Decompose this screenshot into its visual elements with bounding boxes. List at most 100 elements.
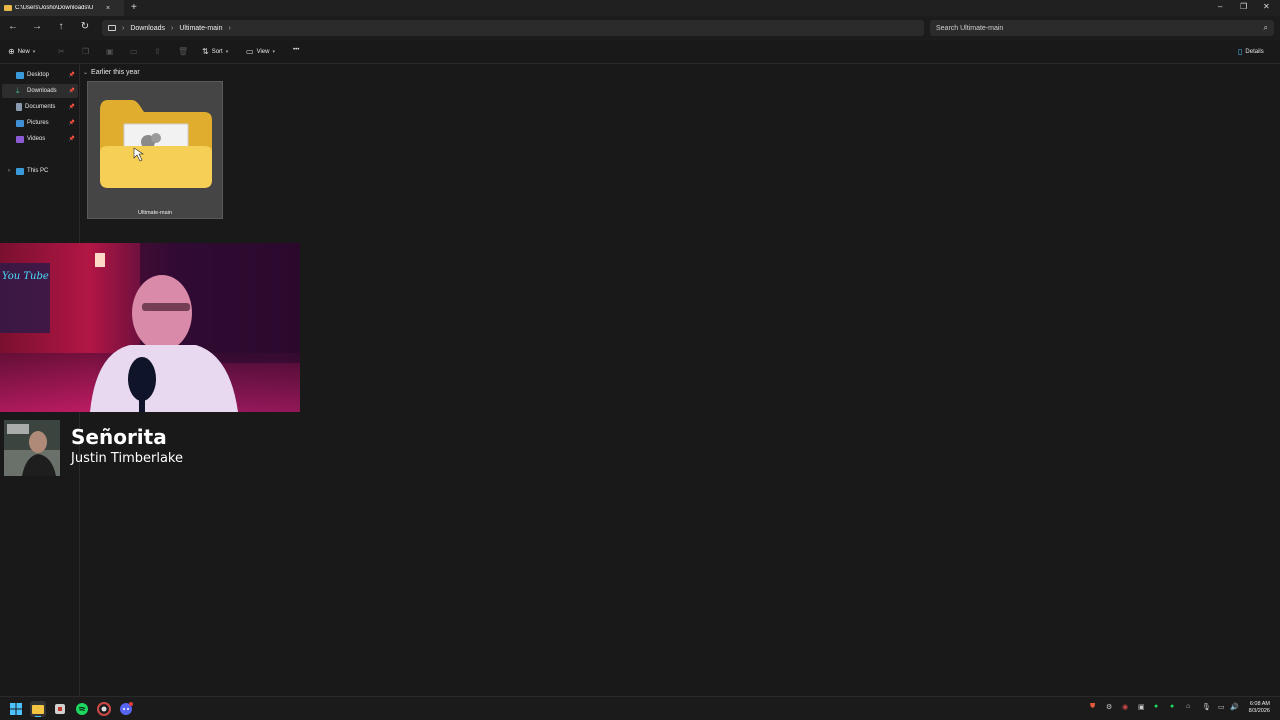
pin-icon: 📌 (68, 88, 75, 94)
command-bar: ⊕ New ▾ ✂ ❐ ▣ ▭ ⇪ 🗑 ⇅ Sort ▾ ▭ View ▾ ••… (0, 40, 1280, 64)
chevron-down-icon: ▾ (225, 48, 229, 55)
sidebar-item-label: Documents (25, 104, 56, 110)
tray-network-icon[interactable]: ▭ (1218, 703, 1225, 711)
title-bar: C:\Users\Josho\Downloads\U × + – ❐ ✕ (0, 0, 1280, 16)
browser-icon (97, 702, 111, 716)
sidebar-item-pictures[interactable]: Pictures 📌 (2, 116, 78, 130)
webcam-overlay: You Tube (0, 243, 300, 412)
discord-icon (120, 702, 133, 715)
tray-spotify-icon[interactable]: ● (1154, 703, 1158, 710)
sidebar-item-documents[interactable]: Documents 📌 (2, 100, 78, 114)
pin-icon: 📌 (68, 72, 75, 78)
up-button[interactable]: ↑ (54, 21, 68, 32)
paste-button[interactable]: ▣ (106, 47, 114, 56)
folder-icon (100, 100, 212, 188)
details-button[interactable]: ▯ Details (1238, 47, 1264, 56)
address-bar[interactable]: › Downloads › Ultimate-main › (102, 20, 924, 36)
group-header-label: Earlier this year (91, 69, 140, 76)
trash-icon: 🗑 (178, 47, 189, 56)
more-options-button[interactable]: ••• (293, 47, 299, 53)
maximize-button[interactable]: ❐ (1240, 2, 1247, 11)
new-tab-button[interactable]: + (131, 2, 137, 13)
chevron-right-icon[interactable]: › (8, 168, 10, 174)
tray-shield-icon[interactable]: ⛊ (1090, 703, 1095, 711)
breadcrumb-ultimate-main[interactable]: Ultimate-main (179, 25, 222, 32)
search-input[interactable]: Search Ultimate-main ⌕ (930, 20, 1274, 36)
sidebar-item-videos[interactable]: Videos 📌 (2, 132, 78, 146)
sidebar-item-downloads[interactable]: ⤓ Downloads 📌 (2, 84, 78, 98)
breadcrumb-separator[interactable]: › (229, 25, 231, 32)
view-button[interactable]: ▭ View ▾ (246, 47, 275, 56)
plus-circle-icon: ⊕ (8, 47, 15, 56)
video-icon (16, 135, 24, 143)
tab-active[interactable]: C:\Users\Josho\Downloads\U × (0, 0, 124, 16)
more-icon: ••• (293, 47, 300, 53)
now-playing-artist: Justin Timberlake (71, 451, 183, 466)
view-icon: ▭ (246, 47, 254, 56)
sidebar-item-this-pc[interactable]: › This PC (2, 164, 78, 178)
group-header[interactable]: ⌄ Earlier this year (83, 69, 140, 76)
sidebar-item-label: Desktop (27, 72, 50, 78)
breadcrumb-downloads[interactable]: Downloads (130, 25, 165, 32)
share-button[interactable]: ⇪ (154, 47, 161, 56)
details-pane-icon: ▯ (1238, 47, 1243, 56)
tab-close-icon[interactable]: × (106, 5, 110, 12)
spotify-icon (76, 703, 88, 715)
new-button[interactable]: ⊕ New ▾ (8, 47, 35, 56)
tray-volume-icon[interactable]: 🔊 (1230, 703, 1239, 711)
tray-usb-icon[interactable]: ⌂ (1186, 703, 1190, 710)
computer-icon (16, 167, 24, 175)
pin-icon: 📌 (68, 120, 75, 126)
sidebar-item-label: This PC (27, 168, 49, 174)
taskbar-discord[interactable] (118, 701, 134, 717)
system-clock[interactable]: 6:08 AM 8/3/2026 (1249, 701, 1270, 715)
share-icon: ⇪ (154, 47, 161, 56)
breadcrumb-separator: › (170, 24, 174, 32)
rename-button[interactable]: ▭ (130, 47, 138, 56)
webcam-image: You Tube (0, 243, 300, 412)
cut-button[interactable]: ✂ (58, 47, 65, 56)
picture-icon (16, 119, 24, 127)
download-icon: ⤓ (16, 86, 20, 95)
tray-microphone-icon[interactable]: 🎙 (1202, 703, 1211, 711)
rename-icon: ▭ (130, 47, 138, 56)
copy-button[interactable]: ❐ (82, 47, 89, 56)
folder-name: Ultimate-main (138, 210, 172, 216)
windows-icon (10, 703, 22, 715)
taskbar-chrome[interactable] (96, 701, 112, 717)
pin-icon: 📌 (68, 136, 75, 142)
chevron-down-icon: ▾ (272, 48, 275, 55)
forward-button[interactable]: → (30, 21, 44, 32)
paste-icon: ▣ (106, 47, 114, 56)
minimize-button[interactable]: – (1218, 2, 1222, 11)
taskbar: ⛊ ⚙ ◉ ▣ ● ● ⌂ 🎙 ▭ 🔊 6:08 AM 8/3/2026 (0, 696, 1280, 720)
sort-button[interactable]: ⇅ Sort ▾ (202, 47, 228, 56)
sidebar-item-desktop[interactable]: Desktop 📌 (2, 68, 78, 82)
refresh-button[interactable]: ↻ (78, 21, 92, 32)
delete-button[interactable]: 🗑 (178, 47, 188, 56)
taskbar-file-explorer[interactable] (30, 701, 46, 717)
store-icon (55, 704, 65, 714)
details-label: Details (1245, 48, 1264, 55)
tray-status-icon[interactable]: ● (1170, 703, 1174, 710)
folder-icon (4, 5, 12, 11)
taskbar-spotify[interactable] (74, 701, 90, 717)
taskbar-app-store[interactable] (52, 701, 68, 717)
start-button[interactable] (8, 701, 24, 717)
sidebar-item-label: Downloads (27, 88, 57, 94)
album-art-image (4, 420, 60, 476)
sidebar-item-label: Videos (27, 136, 46, 142)
cut-icon: ✂ (58, 47, 65, 56)
tray-settings-icon[interactable]: ⚙ (1106, 703, 1112, 711)
sort-label: Sort (211, 48, 223, 55)
chevron-down-icon: ▾ (32, 48, 36, 55)
folder-item[interactable]: Ultimate-main (87, 81, 223, 219)
close-window-button[interactable]: ✕ (1263, 2, 1270, 11)
back-button[interactable]: ← (6, 21, 20, 32)
tab-title: C:\Users\Josho\Downloads\U (15, 5, 94, 11)
pin-icon: 📌 (68, 104, 75, 110)
breadcrumb-separator: › (122, 24, 125, 32)
tray-browser-icon[interactable]: ◉ (1122, 703, 1128, 711)
tray-app-icon[interactable]: ▣ (1138, 703, 1145, 711)
desktop-icon (16, 71, 24, 79)
